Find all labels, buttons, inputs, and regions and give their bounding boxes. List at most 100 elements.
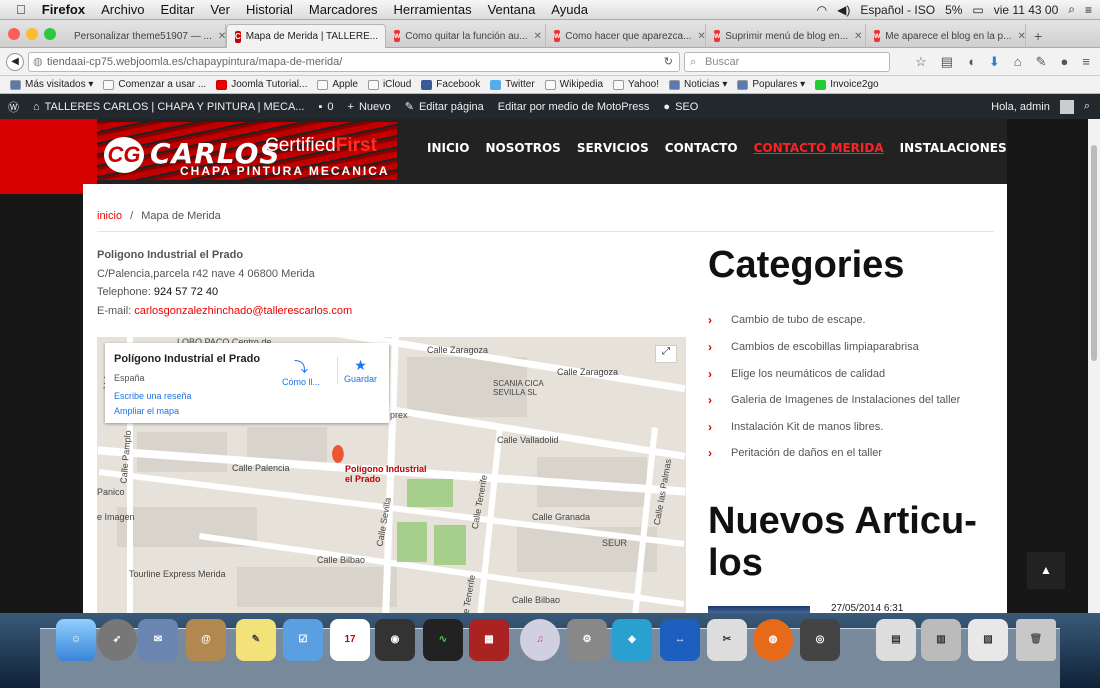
bookmark-facebook[interactable]: Facebook bbox=[421, 79, 480, 90]
directions-button[interactable]: ⤵ Cómo ll... bbox=[279, 357, 323, 387]
battery-icon[interactable]: ▭ bbox=[972, 3, 983, 17]
wp-new[interactable]: + Nuevo bbox=[348, 101, 391, 113]
menu-editar[interactable]: Editar bbox=[160, 2, 194, 17]
bookmark-mas-visitados[interactable]: Más visitados ▾ bbox=[10, 79, 93, 90]
itunes-icon[interactable]: ♫ bbox=[520, 619, 560, 661]
category-item[interactable]: › Peritación de daños en el taller bbox=[708, 446, 882, 460]
keyboard-input[interactable]: Español - ISO bbox=[860, 3, 935, 17]
nav-instalaciones[interactable]: INSTALACIONES bbox=[900, 141, 1007, 155]
mail-icon[interactable]: ✉ bbox=[138, 619, 178, 661]
category-item[interactable]: › Instalación Kit de manos libres. bbox=[708, 420, 883, 434]
map-enlarge-link[interactable]: Ampliar el mapa bbox=[114, 406, 179, 416]
category-item[interactable]: › Cambios de escobillas limpiaparabrisa bbox=[708, 340, 919, 354]
finder-icon[interactable]: ☺ bbox=[56, 619, 96, 661]
nav-contacto[interactable]: CONTACTO bbox=[665, 141, 738, 155]
volume-icon[interactable]: ◀) bbox=[837, 3, 850, 17]
email-link[interactable]: carlosgonzalezhinchado@tallerescarlos.co… bbox=[134, 305, 352, 317]
wp-greeting[interactable]: Hola, admin bbox=[991, 101, 1050, 113]
apple-icon[interactable]:  bbox=[16, 2, 26, 17]
bookmark-noticias[interactable]: Noticias ▾ bbox=[668, 79, 727, 90]
category-item[interactable]: › Cambio de tubo de escape. bbox=[708, 313, 866, 327]
menu-firefox[interactable]: Firefox bbox=[42, 2, 85, 17]
tab-personalizar[interactable]: Personalizar theme51907 — ... ✕ bbox=[66, 24, 226, 48]
category-item[interactable]: › Galeria de Imagenes de Instalaciones de… bbox=[708, 393, 960, 407]
image-capture-icon[interactable]: ◎ bbox=[800, 619, 840, 661]
menu-icon[interactable]: ≡ bbox=[1082, 54, 1090, 70]
reading-list-icon[interactable]: ▤ bbox=[941, 54, 953, 70]
facetime-icon[interactable]: ◉ bbox=[375, 619, 415, 661]
bookmark-twitter[interactable]: Twitter bbox=[490, 79, 535, 90]
google-map[interactable]: Calle Zaragoza Calle Zaragoza Calle Vall… bbox=[97, 337, 686, 613]
close-tab-icon[interactable]: ✕ bbox=[1011, 31, 1025, 42]
tab-blog-pagina[interactable]: w Me aparece el blog en la p... ✕ bbox=[866, 24, 1026, 48]
map-poi-label[interactable]: Tourline Express Merida bbox=[129, 569, 226, 579]
nav-contacto-merida[interactable]: CONTACTO MERIDA bbox=[754, 141, 884, 155]
menu-ayuda[interactable]: Ayuda bbox=[551, 2, 588, 17]
wp-site-name[interactable]: ⌂ TALLERES CARLOS | CHAPA Y PINTURA | MEC… bbox=[33, 101, 304, 113]
tab-hacer-aparezca[interactable]: w Como hacer que aparezca... ✕ bbox=[546, 24, 706, 48]
download-icon[interactable]: ⬇ bbox=[989, 54, 1000, 70]
battery-percent[interactable]: 5% bbox=[945, 3, 962, 17]
wordpress-icon[interactable]: Ⓦ bbox=[8, 99, 19, 115]
scroll-to-top-button[interactable]: ▲ bbox=[1027, 552, 1065, 589]
article-thumbnail[interactable] bbox=[708, 606, 810, 613]
bookmark-populares[interactable]: Populares ▾ bbox=[737, 79, 805, 90]
system-preferences-icon[interactable]: ⚙ bbox=[567, 619, 607, 661]
downloads-stack-icon[interactable]: ▥ bbox=[921, 619, 961, 661]
grab-icon[interactable]: ✂ bbox=[707, 619, 747, 661]
map-marker-icon[interactable]: ⬮ bbox=[331, 441, 345, 467]
close-tab-icon[interactable]: ✕ bbox=[212, 31, 225, 42]
back-icon[interactable]: ◀ bbox=[6, 53, 24, 71]
url-bar[interactable]: ◍ tiendaai-cp75.webjoomla.es/chapaypintu… bbox=[28, 52, 680, 72]
map-poi-label[interactable]: Panico bbox=[97, 487, 125, 497]
tab-mapa-merida[interactable]: C Mapa de Merida | TALLERE...✕ bbox=[226, 24, 386, 48]
home-icon[interactable]: ⌂ bbox=[1014, 54, 1022, 70]
reminders-icon[interactable]: ☑ bbox=[283, 619, 323, 661]
app-store-icon[interactable]: ◈ bbox=[612, 619, 652, 661]
menu-herramientas[interactable]: Herramientas bbox=[394, 2, 472, 17]
photo-booth-icon[interactable]: ▦ bbox=[469, 619, 509, 661]
scrollbar-thumb[interactable] bbox=[1091, 145, 1097, 361]
close-tab-icon[interactable]: ✕ bbox=[528, 31, 542, 42]
clock[interactable]: vie 11 43 00 bbox=[994, 3, 1059, 17]
menu-historial[interactable]: Historial bbox=[246, 2, 293, 17]
bookmark-comenzar[interactable]: Comenzar a usar ... bbox=[103, 79, 206, 90]
bookmark-invoice2go[interactable]: Invoice2go bbox=[815, 79, 879, 90]
map-poi-label[interactable]: e Imagen bbox=[97, 512, 135, 522]
calendar-icon[interactable]: 17 bbox=[330, 619, 370, 661]
category-item[interactable]: › Elige los neumáticos de calidad bbox=[708, 367, 885, 381]
bookmark-joomla[interactable]: Joomla Tutorial... bbox=[216, 79, 307, 90]
search-icon[interactable]: ⌕ bbox=[1084, 100, 1090, 113]
notification-icon[interactable]: ≡ bbox=[1085, 3, 1092, 17]
close-tab-icon[interactable]: ✕ bbox=[848, 31, 862, 42]
wifi-icon[interactable]: ◠ bbox=[817, 3, 827, 17]
bookmark-yahoo[interactable]: Yahoo! bbox=[613, 79, 659, 90]
new-tab-icon[interactable]: + bbox=[1034, 28, 1042, 44]
wp-comments[interactable]: ▪ 0 bbox=[318, 101, 333, 113]
phone-number[interactable]: 924 57 72 40 bbox=[154, 286, 218, 298]
tab-quitar-funcion[interactable]: w Como quitar la función au... ✕ bbox=[386, 24, 546, 48]
close-tab-icon[interactable]: ✕ bbox=[691, 31, 705, 42]
breadcrumb-home-link[interactable]: inicio bbox=[97, 210, 122, 222]
close-window-icon[interactable] bbox=[8, 28, 20, 40]
avatar[interactable] bbox=[1059, 99, 1074, 114]
notes-icon[interactable]: ✎ bbox=[236, 619, 276, 661]
bookmark-apple[interactable]: Apple bbox=[317, 79, 358, 90]
contacts-icon[interactable]: @ bbox=[186, 619, 226, 661]
nav-servicios[interactable]: SERVICIOS bbox=[577, 141, 649, 155]
wp-seo[interactable]: ● SEO bbox=[663, 101, 698, 113]
addon-icon[interactable]: ✎ bbox=[1036, 54, 1047, 70]
nav-inicio[interactable]: INICIO bbox=[427, 141, 469, 155]
wp-edit-page[interactable]: ✎ Editar página bbox=[405, 100, 484, 114]
bookmark-star-icon[interactable]: ☆ bbox=[915, 54, 927, 70]
search-input[interactable]: ⌕ Buscar bbox=[684, 52, 890, 72]
zoom-window-icon[interactable] bbox=[44, 28, 56, 40]
launchpad-icon[interactable]: ➶ bbox=[97, 619, 137, 661]
menu-ver[interactable]: Ver bbox=[210, 2, 230, 17]
bookmark-icloud[interactable]: iCloud bbox=[367, 79, 411, 90]
map-fullscreen-icon[interactable]: ⤢ bbox=[655, 345, 677, 363]
trash-icon[interactable]: 🗑 bbox=[1016, 619, 1056, 661]
firefox-icon[interactable]: ◍ bbox=[753, 619, 793, 661]
menu-ventana[interactable]: Ventana bbox=[488, 2, 536, 17]
documents-stack-icon[interactable]: ▧ bbox=[968, 619, 1008, 661]
